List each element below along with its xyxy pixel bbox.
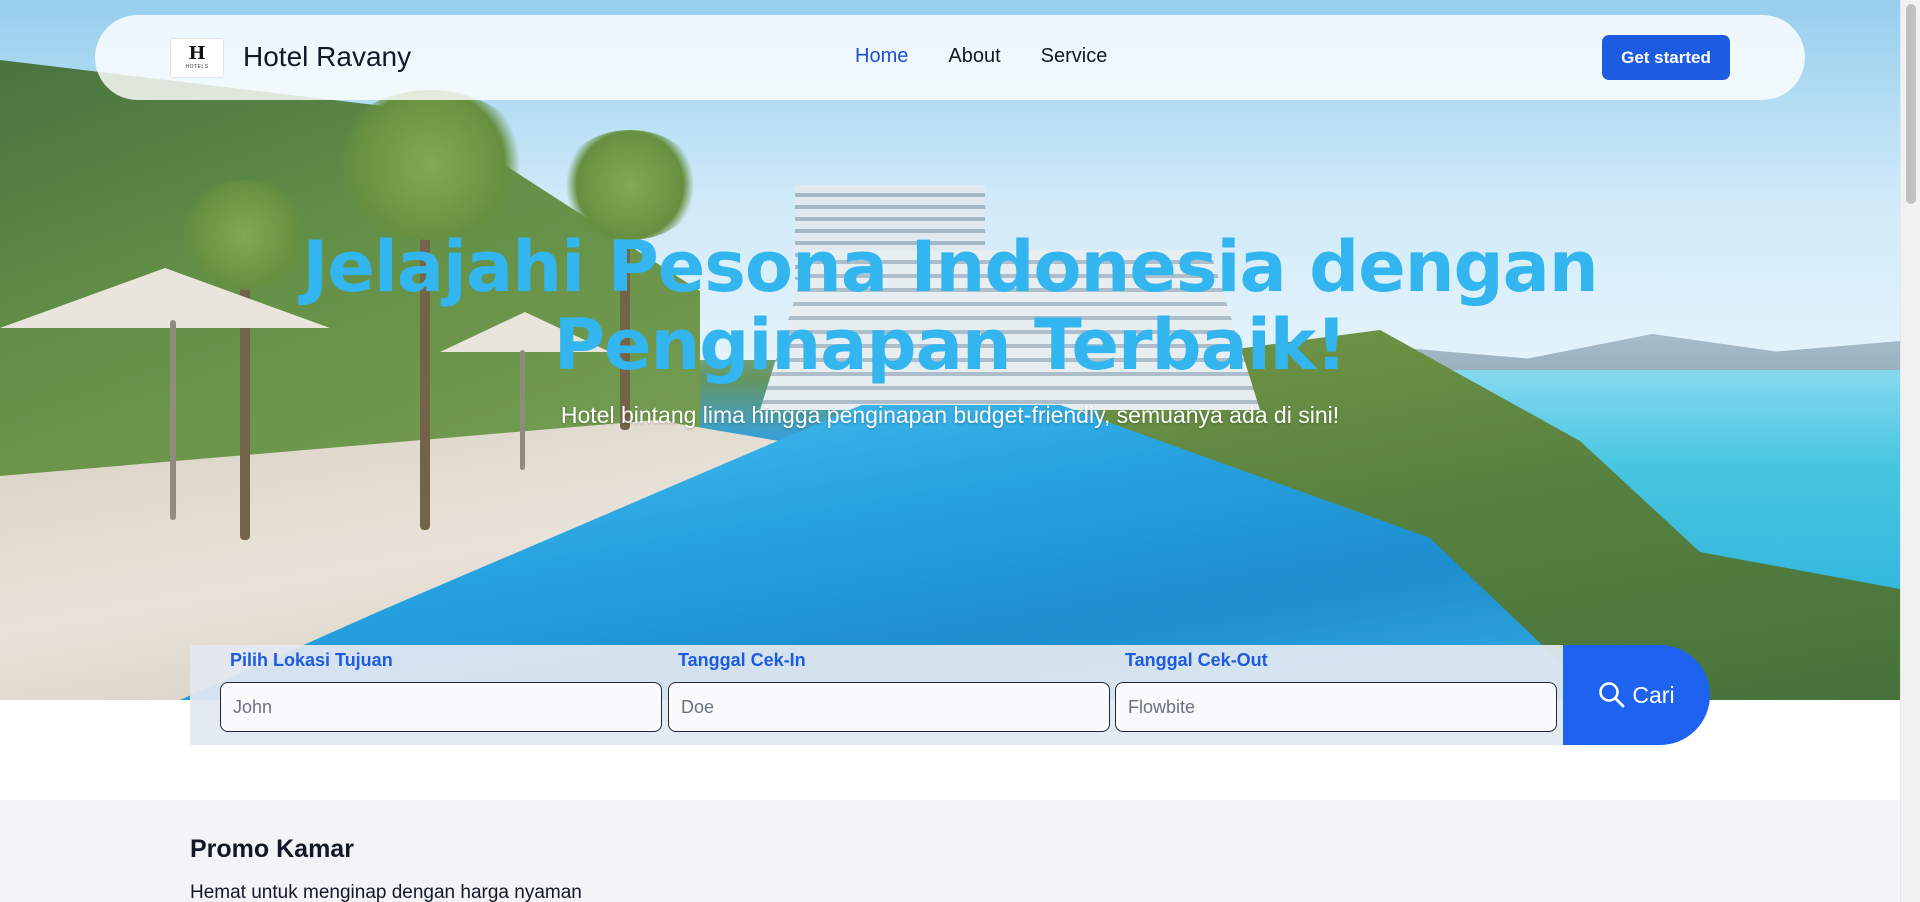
hero-section: Jelajahi Pesona Indonesia dengan Pengina… [0, 0, 1900, 700]
nav-link-about[interactable]: About [948, 45, 1000, 68]
scrollbar-thumb[interactable] [1906, 4, 1916, 204]
nav-link-home[interactable]: Home [855, 45, 908, 68]
logo-subtext: HOTELS [185, 64, 209, 70]
get-started-button[interactable]: Get started [1602, 35, 1730, 80]
checkout-input[interactable] [1115, 682, 1557, 732]
scrollbar[interactable] [1900, 0, 1920, 902]
checkin-label: Tanggal Cek-In [678, 650, 806, 670]
brand-name[interactable]: Hotel Ravany [243, 41, 411, 73]
search-panel: Pilih Lokasi Tujuan Tanggal Cek-In Tangg… [190, 645, 1565, 745]
search-button-label: Cari [1632, 681, 1675, 708]
logo[interactable]: H HOTELS [170, 38, 224, 78]
promo-subtitle: Hemat untuk menginap dengan harga nyaman [190, 882, 582, 902]
search-button[interactable]: Cari [1563, 645, 1710, 745]
hero-title: Jelajahi Pesona Indonesia dengan Pengina… [300, 228, 1600, 384]
nav-links: Home About Service [855, 45, 1147, 68]
hero-subtitle: Hotel bintang lima hingga penginapan bud… [560, 402, 1340, 428]
location-label: Pilih Lokasi Tujuan [230, 650, 393, 670]
promo-title: Promo Kamar [190, 835, 354, 863]
promo-section: Promo Kamar Hemat untuk menginap dengan … [0, 800, 1900, 902]
navbar: H HOTELS Hotel Ravany Home About Service… [95, 15, 1805, 100]
hero-title-line1: Jelajahi Pesona Indonesia dengan [302, 226, 1598, 308]
search-bar: Pilih Lokasi Tujuan Tanggal Cek-In Tangg… [190, 645, 1710, 745]
location-input[interactable] [220, 682, 662, 732]
checkout-label: Tanggal Cek-Out [1125, 650, 1268, 670]
logo-mark: H [188, 43, 206, 64]
checkin-input[interactable] [668, 682, 1110, 732]
nav-link-service[interactable]: Service [1041, 45, 1108, 68]
hero-title-line2: Penginapan Terbaik! [553, 304, 1348, 386]
search-icon [1599, 682, 1625, 708]
